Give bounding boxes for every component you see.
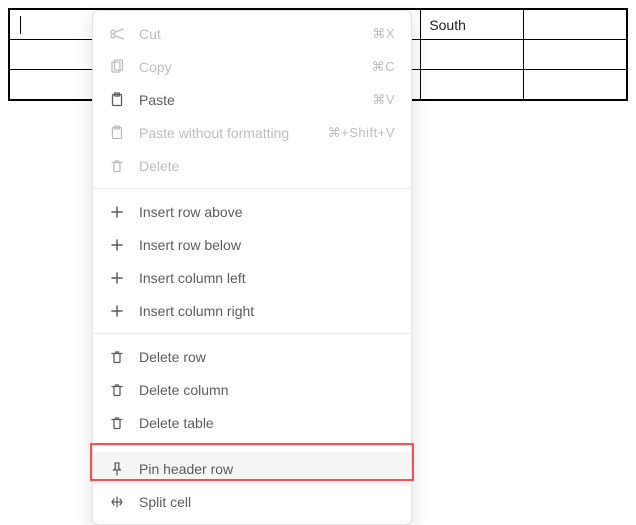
table-cell[interactable] [524, 10, 627, 40]
menu-item-cut: Cut ⌘X [93, 17, 411, 50]
menu-item-copy: Copy ⌘C [93, 50, 411, 83]
table-cell[interactable] [524, 70, 627, 100]
menu-item-insert-col-right[interactable]: Insert column right [93, 294, 411, 327]
pin-icon [109, 461, 125, 477]
menu-item-label: Insert row below [139, 237, 395, 253]
copy-icon [109, 59, 125, 75]
context-menu: Cut ⌘X Copy ⌘C Paste ⌘V Paste without formatti… [92, 10, 412, 525]
menu-item-insert-row-below[interactable]: Insert row below [93, 228, 411, 261]
menu-separator [93, 333, 411, 334]
table-cell[interactable]: South [421, 10, 524, 40]
plus-icon [109, 204, 125, 220]
table-cell[interactable] [421, 40, 524, 70]
paste-plain-icon [109, 125, 125, 141]
trash-icon [109, 349, 125, 365]
menu-item-label: Copy [139, 59, 358, 75]
trash-icon [109, 382, 125, 398]
menu-item-delete-table[interactable]: Delete table [93, 406, 411, 439]
split-icon [109, 494, 125, 510]
menu-item-shortcut: ⌘+Shift+V [328, 125, 395, 141]
menu-item-delete-col[interactable]: Delete column [93, 373, 411, 406]
trash-icon [109, 415, 125, 431]
trash-icon [109, 158, 125, 174]
plus-icon [109, 270, 125, 286]
menu-item-label: Split cell [139, 494, 395, 510]
plus-icon [109, 303, 125, 319]
menu-item-shortcut: ⌘X [372, 26, 395, 42]
menu-item-label: Delete table [139, 415, 395, 431]
menu-separator [93, 445, 411, 446]
table-cell[interactable] [421, 70, 524, 100]
plus-icon [109, 237, 125, 253]
menu-item-insert-row-above[interactable]: Insert row above [93, 195, 411, 228]
menu-item-label: Delete [139, 158, 395, 174]
scissors-icon [109, 26, 125, 42]
menu-item-label: Paste without formatting [139, 125, 314, 141]
menu-item-split-cell[interactable]: Split cell [93, 485, 411, 518]
menu-item-label: Delete row [139, 349, 395, 365]
menu-item-paste[interactable]: Paste ⌘V [93, 83, 411, 116]
menu-separator [93, 188, 411, 189]
menu-item-label: Delete column [139, 382, 395, 398]
menu-item-delete: Delete [93, 149, 411, 182]
menu-item-label: Cut [139, 26, 358, 42]
menu-item-delete-row[interactable]: Delete row [93, 340, 411, 373]
menu-item-label: Pin header row [139, 461, 395, 477]
menu-item-label: Insert column right [139, 303, 395, 319]
paste-icon [109, 92, 125, 108]
menu-item-label: Paste [139, 92, 358, 108]
menu-item-pin-header[interactable]: Pin header row [93, 452, 411, 485]
menu-item-label: Insert row above [139, 204, 395, 220]
menu-item-shortcut: ⌘V [372, 92, 395, 108]
table-cell[interactable] [524, 40, 627, 70]
menu-item-shortcut: ⌘C [372, 59, 395, 75]
menu-item-label: Insert column left [139, 270, 395, 286]
menu-item-insert-col-left[interactable]: Insert column left [93, 261, 411, 294]
menu-item-paste-plain: Paste without formatting ⌘+Shift+V [93, 116, 411, 149]
